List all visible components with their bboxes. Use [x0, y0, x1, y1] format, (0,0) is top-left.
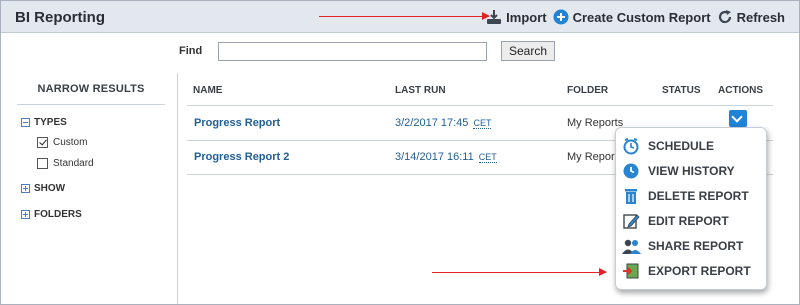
column-header-name[interactable]: NAME [193, 85, 222, 96]
types-label: TYPES [34, 117, 67, 128]
refresh-label: Refresh [736, 9, 785, 25]
filter-custom[interactable]: Custom [37, 137, 87, 148]
folder-cell: My Repor [567, 151, 615, 163]
menu-item-edit-report[interactable]: EDIT REPORT [622, 212, 729, 230]
history-icon [622, 162, 640, 180]
show-label: SHOW [34, 183, 66, 194]
custom-checkbox[interactable] [37, 137, 48, 148]
menu-item-label: EXPORT REPORT [648, 264, 751, 278]
header-bar: BI Reporting Import Create Custom Report… [1, 1, 799, 33]
menu-item-share-report[interactable]: SHARE REPORT [622, 237, 743, 255]
show-toggle[interactable]: SHOW [21, 183, 65, 194]
narrow-results-title: NARROW RESULTS [37, 83, 145, 95]
menu-item-label: SHARE REPORT [648, 239, 744, 253]
folder-cell: My Reports [567, 117, 624, 129]
last-run-value: 3/14/2017 16:11 [395, 151, 474, 163]
find-input[interactable] [218, 42, 487, 61]
share-users-icon [622, 237, 641, 255]
menu-item-label: DELETE REPORT [648, 189, 749, 203]
collapse-icon [21, 118, 30, 127]
menu-item-label: VIEW HISTORY [648, 164, 735, 178]
annotation-arrow-import [319, 12, 490, 20]
menu-item-label: SCHEDULE [648, 139, 715, 153]
folders-toggle[interactable]: FOLDERS [21, 209, 82, 220]
report-name-link[interactable]: Progress Report [194, 117, 280, 129]
refresh-icon [717, 9, 733, 25]
menu-item-label: EDIT REPORT [648, 214, 729, 228]
timezone-abbr: CET [473, 118, 492, 129]
narrow-results-panel: NARROW RESULTS TYPES Custom Standard SHO… [17, 73, 165, 304]
last-run-cell: 3/14/2017 16:11 CET [395, 151, 497, 163]
menu-item-schedule[interactable]: SCHEDULE [622, 137, 714, 155]
create-custom-report-button[interactable]: Create Custom Report [553, 9, 711, 25]
column-header-status[interactable]: STATUS [662, 85, 701, 96]
menu-item-delete-report[interactable]: DELETE REPORT [622, 187, 749, 205]
trash-icon [622, 187, 640, 205]
column-header-folder[interactable]: FOLDER [567, 85, 608, 96]
standard-checkbox[interactable] [37, 158, 48, 169]
actions-dropdown-button[interactable] [729, 110, 747, 127]
bi-reporting-window: BI Reporting Import Create Custom Report… [0, 0, 800, 305]
folders-label: FOLDERS [34, 209, 82, 220]
last-run-cell: 3/2/2017 17:45 CET [395, 117, 492, 129]
menu-item-view-history[interactable]: VIEW HISTORY [622, 162, 735, 180]
panel-divider [177, 73, 178, 304]
timezone-abbr: CET [478, 152, 497, 163]
create-custom-report-label: Create Custom Report [572, 9, 711, 25]
plus-circle-icon [553, 9, 569, 25]
column-header-actions: ACTIONS [718, 85, 763, 96]
custom-label: Custom [53, 137, 88, 148]
report-name-link[interactable]: Progress Report 2 [194, 151, 289, 163]
types-toggle[interactable]: TYPES [21, 117, 67, 128]
refresh-button[interactable]: Refresh [717, 9, 785, 25]
actions-menu: SCHEDULE VIEW HISTORY DELETE REPORT EDIT… [615, 127, 767, 290]
search-button[interactable]: Search [501, 41, 555, 61]
import-icon [486, 9, 502, 25]
expand-icon [21, 210, 30, 219]
menu-item-export-report[interactable]: EXPORT REPORT [622, 262, 751, 280]
last-run-value: 3/2/2017 17:45 [395, 117, 469, 129]
filter-standard[interactable]: Standard [37, 158, 94, 169]
expand-icon [21, 184, 30, 193]
divider [17, 104, 165, 105]
export-icon [622, 262, 640, 280]
clock-icon [622, 137, 640, 155]
edit-icon [622, 212, 640, 230]
column-header-last-run[interactable]: LAST RUN [395, 85, 446, 96]
standard-label: Standard [53, 158, 94, 169]
page-title: BI Reporting [15, 9, 105, 26]
annotation-arrow-export [432, 268, 607, 276]
find-label: Find [179, 45, 203, 57]
header-actions: Import Create Custom Report Refresh [480, 9, 785, 25]
import-button[interactable]: Import [486, 9, 547, 25]
table-header-divider [187, 105, 773, 106]
import-label: Import [506, 9, 547, 25]
